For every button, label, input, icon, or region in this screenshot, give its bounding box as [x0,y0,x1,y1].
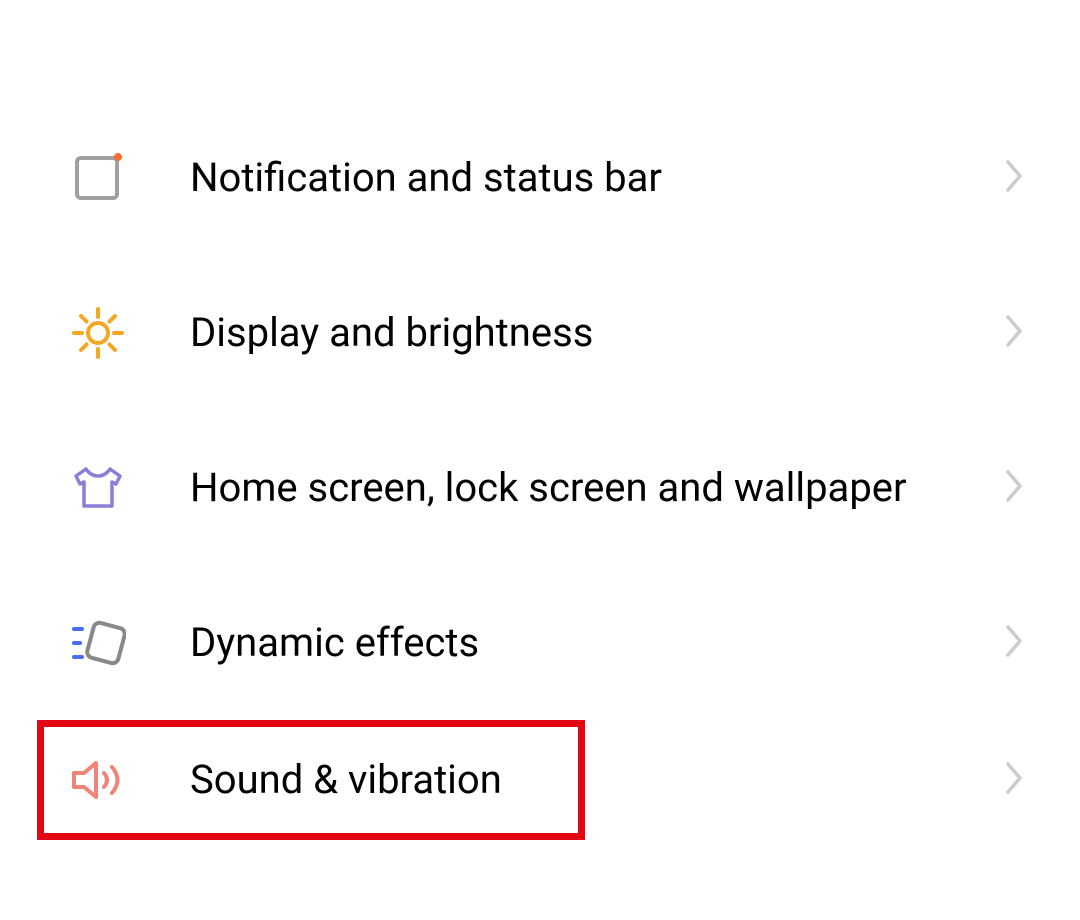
chevron-right-icon [1005,159,1025,197]
settings-item-label: Sound & vibration [190,754,530,806]
settings-item-display[interactable]: Display and brightness [0,255,1080,410]
settings-item-notification[interactable]: Notification and status bar [0,100,1080,255]
chevron-right-icon [1005,624,1025,662]
tshirt-icon [68,458,128,518]
dynamic-icon [68,613,128,673]
notification-icon [68,148,128,208]
chevron-right-icon [1005,314,1025,352]
brightness-icon [68,303,128,363]
settings-item-dynamic[interactable]: Dynamic effects [0,565,1080,720]
sound-icon [68,750,128,810]
settings-item-homescreen[interactable]: Home screen, lock screen and wallpaper [0,410,1080,565]
settings-item-label: Notification and status bar [190,152,1005,204]
settings-list: Notification and status bar Display and … [0,100,1080,840]
settings-item-sound[interactable]: Sound & vibration [37,720,585,840]
settings-item-label: Home screen, lock screen and wallpaper [190,462,1005,514]
chevron-right-icon [1005,761,1025,799]
settings-item-sound-row: Sound & vibration [0,720,1080,840]
settings-item-label: Dynamic effects [190,617,1005,669]
settings-item-label: Display and brightness [190,307,1005,359]
chevron-right-icon [1005,469,1025,507]
